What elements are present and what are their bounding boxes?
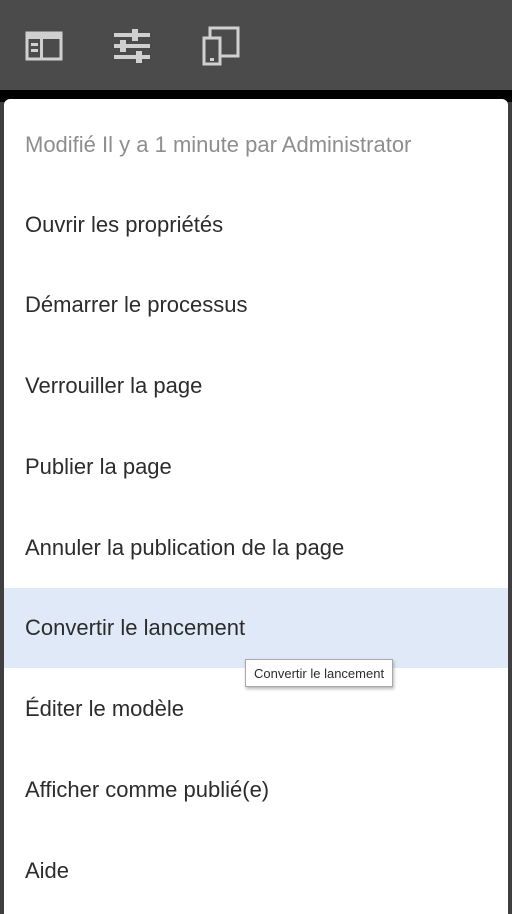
properties-sliders-icon (112, 28, 152, 64)
sidebar-panel-icon (25, 30, 63, 62)
menu-item-promote-launch[interactable]: Convertir le lancement (4, 588, 508, 668)
tooltip: Convertir le lancement (245, 659, 394, 687)
menu-item-start-workflow[interactable]: Démarrer le processus (4, 265, 508, 345)
menu-item-view-as-published[interactable]: Afficher comme publié(e) (4, 750, 508, 830)
menu-item-unpublish-page[interactable]: Annuler la publication de la page (4, 508, 508, 588)
top-toolbar (0, 0, 512, 90)
sidebar-toggle-button[interactable] (24, 26, 64, 66)
menu-item-publish-page[interactable]: Publier la page (4, 427, 508, 507)
modified-info: Modifié Il y a 1 minute par Administrato… (25, 132, 412, 157)
emulator-button[interactable] (201, 26, 241, 66)
page-properties-button[interactable] (112, 26, 152, 66)
menu-item-help[interactable]: Aide (4, 831, 508, 911)
menu-item-open-properties[interactable]: Ouvrir les propriétés (4, 185, 508, 265)
device-emulator-icon (201, 26, 241, 66)
menu-item-lock-page[interactable]: Verrouiller la page (4, 346, 508, 426)
page-actions-menu: Modifié Il y a 1 minute par Administrato… (4, 99, 508, 914)
